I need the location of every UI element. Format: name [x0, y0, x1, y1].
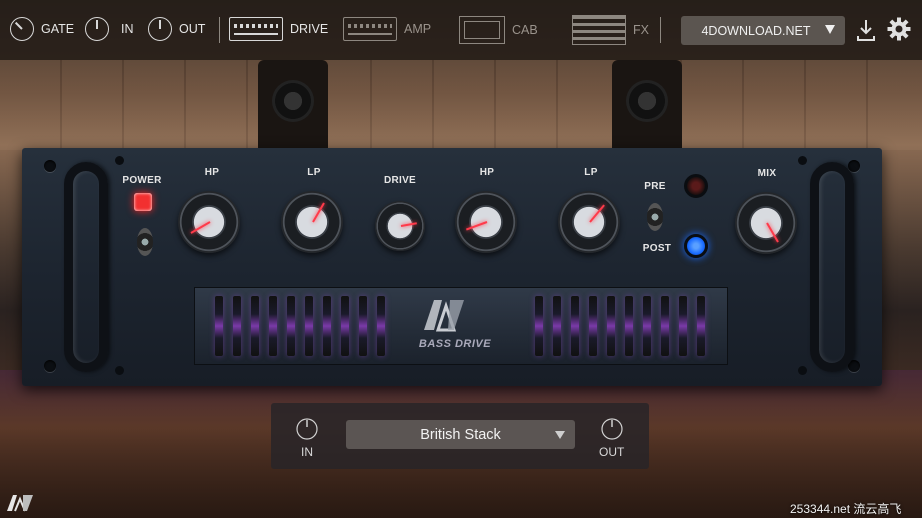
- module-tab-cab[interactable]: CAB: [459, 16, 538, 44]
- top-bar: GATE IN OUT DRIVE AMP CAB FX 4DOWNLOAD.N…: [0, 0, 922, 60]
- rack-screw: [115, 366, 124, 375]
- preset-menu-value: 4DOWNLOAD.NET: [701, 23, 811, 38]
- preset-menu-dropdown[interactable]: 4DOWNLOAD.NET: [681, 16, 845, 45]
- vu-bars-right: [535, 296, 705, 356]
- power-toggle[interactable]: [137, 228, 153, 256]
- rack-screw: [798, 156, 807, 165]
- power-label: POWER: [122, 175, 162, 186]
- mix-label: MIX: [757, 168, 777, 179]
- rack-handle-right: [810, 162, 854, 372]
- bass-drive-logo-icon: [424, 300, 464, 332]
- rack-screw: [115, 156, 124, 165]
- app-logo-icon: [7, 495, 33, 512]
- rack-ear-hole: [44, 160, 56, 172]
- rack-ear-hole: [44, 360, 56, 372]
- lp2-knob[interactable]: [558, 191, 620, 253]
- top-divider-2: [660, 17, 661, 43]
- fx-module-icon: [572, 15, 626, 45]
- gate-control[interactable]: GATE: [10, 17, 74, 41]
- rack-screw: [798, 366, 807, 375]
- pre-led-button[interactable]: [684, 174, 708, 198]
- output-gain-knob-icon[interactable]: [601, 418, 623, 440]
- module-tab-drive-label: DRIVE: [290, 22, 329, 36]
- background-shelf: [0, 60, 922, 150]
- mix-knob[interactable]: [735, 192, 797, 254]
- drive-knob[interactable]: [375, 201, 425, 251]
- output-control[interactable]: OUT: [148, 17, 205, 41]
- bass-drive-rack: POWER HP LP DRIVE HP LP PRE POST MIX BAS…: [22, 148, 882, 386]
- top-divider: [219, 17, 220, 43]
- lp2-label: LP: [584, 167, 598, 178]
- module-tab-cab-label: CAB: [512, 23, 538, 37]
- preset-panel: IN British Stack OUT: [271, 403, 649, 469]
- input-gain-label: IN: [301, 445, 313, 459]
- product-name: BASS DRIVE: [418, 338, 492, 350]
- drive-module-icon: [229, 17, 283, 41]
- download-icon[interactable]: [856, 18, 876, 42]
- gear-icon[interactable]: [887, 17, 911, 41]
- output-knob-icon[interactable]: [148, 17, 172, 41]
- pre-label: PRE: [644, 181, 666, 192]
- preset-select[interactable]: British Stack: [346, 420, 575, 449]
- input-label: IN: [121, 22, 134, 36]
- chevron-down-icon: [825, 25, 835, 34]
- watermark: 253344.net 流云高飞: [790, 502, 902, 516]
- post-led-button[interactable]: [684, 234, 708, 258]
- hp2-knob[interactable]: [455, 191, 517, 253]
- vu-bars-left: [215, 296, 385, 356]
- lp1-knob[interactable]: [281, 191, 343, 253]
- hp1-label: HP: [204, 167, 220, 178]
- input-knob-icon[interactable]: [85, 17, 109, 41]
- module-tab-fx-label: FX: [633, 23, 649, 37]
- amp-module-icon: [343, 17, 397, 41]
- module-tab-drive[interactable]: DRIVE: [229, 17, 328, 41]
- gate-label: GATE: [41, 22, 75, 36]
- module-tab-amp-label: AMP: [404, 22, 432, 36]
- rack-handle-left: [64, 162, 108, 372]
- hp1-knob[interactable]: [178, 191, 240, 253]
- chevron-down-icon: [555, 431, 565, 439]
- preset-select-value: British Stack: [420, 426, 501, 443]
- vu-meter-panel: BASS DRIVE: [194, 287, 728, 365]
- drive-label: DRIVE: [383, 175, 417, 186]
- pre-post-toggle[interactable]: [647, 203, 663, 231]
- post-label: POST: [642, 243, 672, 254]
- cab-module-icon: [459, 16, 505, 44]
- module-tab-fx[interactable]: FX: [572, 15, 649, 45]
- power-button[interactable]: [134, 193, 152, 211]
- input-control[interactable]: IN: [85, 17, 134, 41]
- lp1-label: LP: [307, 167, 321, 178]
- output-gain-label: OUT: [599, 445, 625, 459]
- gate-knob-icon[interactable]: [10, 17, 34, 41]
- hp2-label: HP: [479, 167, 495, 178]
- output-label: OUT: [179, 22, 206, 36]
- module-tab-amp[interactable]: AMP: [343, 17, 431, 41]
- input-gain-knob-icon[interactable]: [296, 418, 318, 440]
